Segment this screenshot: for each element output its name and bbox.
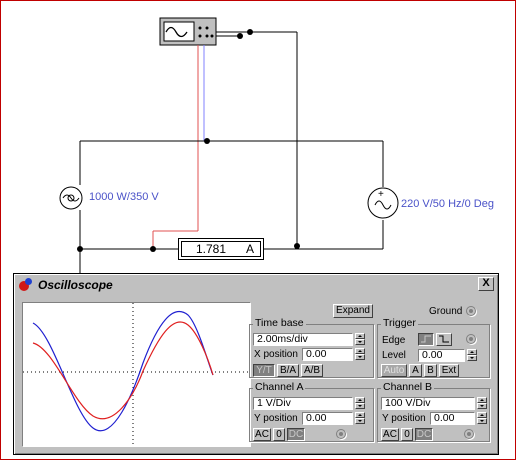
trigger-a-button[interactable]: A [409,364,422,377]
channel-b-group: Channel B 100 V/Div Y position 0.00 AC 0… [377,381,490,442]
xpos-label: X position [254,349,298,360]
oscilloscope-instrument-icon[interactable] [159,17,217,46]
mode-ab-button[interactable]: A/B [301,364,323,377]
lamp-label: 1000 W/350 V [89,191,159,203]
mode-ba-button[interactable]: B/A [277,364,299,377]
channel-b-scale-field[interactable]: 100 V/Div [381,397,475,410]
svg-text:+: + [378,189,384,200]
ground-label: Ground [429,306,463,317]
trigger-group: Trigger Edge Level 0.00 Auto A B Ext [377,317,490,378]
channel-a-scale-field[interactable]: 1 V/Div [253,397,353,410]
channel-a-title: Channel A [253,381,306,393]
channel-b-ypos-field[interactable]: 0.00 [430,412,475,425]
lamp-icon[interactable] [59,186,83,210]
channel-b-ypos-spinner[interactable] [477,412,487,424]
timebase-title: Time base [253,317,306,329]
ammeter-value: 1.781 [195,242,226,256]
level-label: Level [382,350,406,361]
timebase-group: Time base 2.00ms/div X position 0.00 Y/T… [249,317,374,378]
channel-b-title: Channel B [381,381,435,393]
channel-b-dc-button[interactable]: DC [415,428,433,441]
falling-edge-icon [439,335,449,343]
scope-display [22,302,251,447]
xpos-field[interactable]: 0.00 [302,348,353,361]
trigger-auto-button[interactable]: Auto [381,364,407,377]
channel-a-ypos-spinner[interactable] [355,412,365,424]
oscilloscope-titlebar[interactable]: Oscilloscope X [16,276,496,294]
source-label: 220 V/50 Hz/0 Deg [401,198,494,210]
channel-b-scale-spinner[interactable] [477,397,487,409]
ac-source-icon[interactable]: + [367,187,399,219]
channel-a-ypos-field[interactable]: 0.00 [302,412,353,425]
trigger-ext-button[interactable]: Ext [439,364,459,377]
channel-a-dc-button[interactable]: DC [287,428,305,441]
level-field[interactable]: 0.00 [418,349,465,362]
edge-label: Edge [382,335,406,346]
channel-a-ypos-label: Y position [254,413,298,424]
workspace: + 1000 W/350 V 220 V/50 Hz/0 Deg 1.781 A… [0,0,516,460]
falling-edge-button[interactable] [436,333,452,346]
expand-button[interactable]: Expand [333,304,373,318]
xpos-spinner[interactable] [355,348,365,360]
window-title: Oscilloscope [38,278,113,292]
timebase-field[interactable]: 2.00ms/div [253,333,353,346]
channel-a-group: Channel A 1 V/Div Y position 0.00 AC 0 D… [249,381,374,442]
scope-traces [23,303,250,446]
trigger-title: Trigger [381,317,418,329]
timebase-spinner[interactable] [355,333,365,345]
oscilloscope-window: Oscilloscope X Expand Ground Time base 2… [13,273,499,455]
channel-a-scale-spinner[interactable] [355,397,365,409]
channel-a-terminal[interactable] [336,429,346,439]
channel-b-ac-button[interactable]: AC [381,428,399,441]
trace-channel-a [32,321,214,420]
channel-b-terminal[interactable] [464,429,474,439]
trigger-b-button[interactable]: B [424,364,437,377]
oscilloscope-app-icon [18,277,34,293]
channel-b-zero-button[interactable]: 0 [401,428,413,441]
rising-edge-icon [421,335,431,343]
ammeter-unit: A [245,242,254,256]
trigger-terminal[interactable] [466,334,476,344]
mode-yt-button[interactable]: Y/T [253,364,275,377]
channel-a-ac-button[interactable]: AC [253,428,271,441]
ground-terminal[interactable] [466,306,476,316]
level-spinner[interactable] [467,349,477,361]
ammeter[interactable]: 1.781 A [178,238,264,260]
channel-b-ypos-label: Y position [382,413,426,424]
close-button[interactable]: X [478,277,494,291]
channel-a-zero-button[interactable]: 0 [273,428,285,441]
rising-edge-button[interactable] [418,333,434,346]
